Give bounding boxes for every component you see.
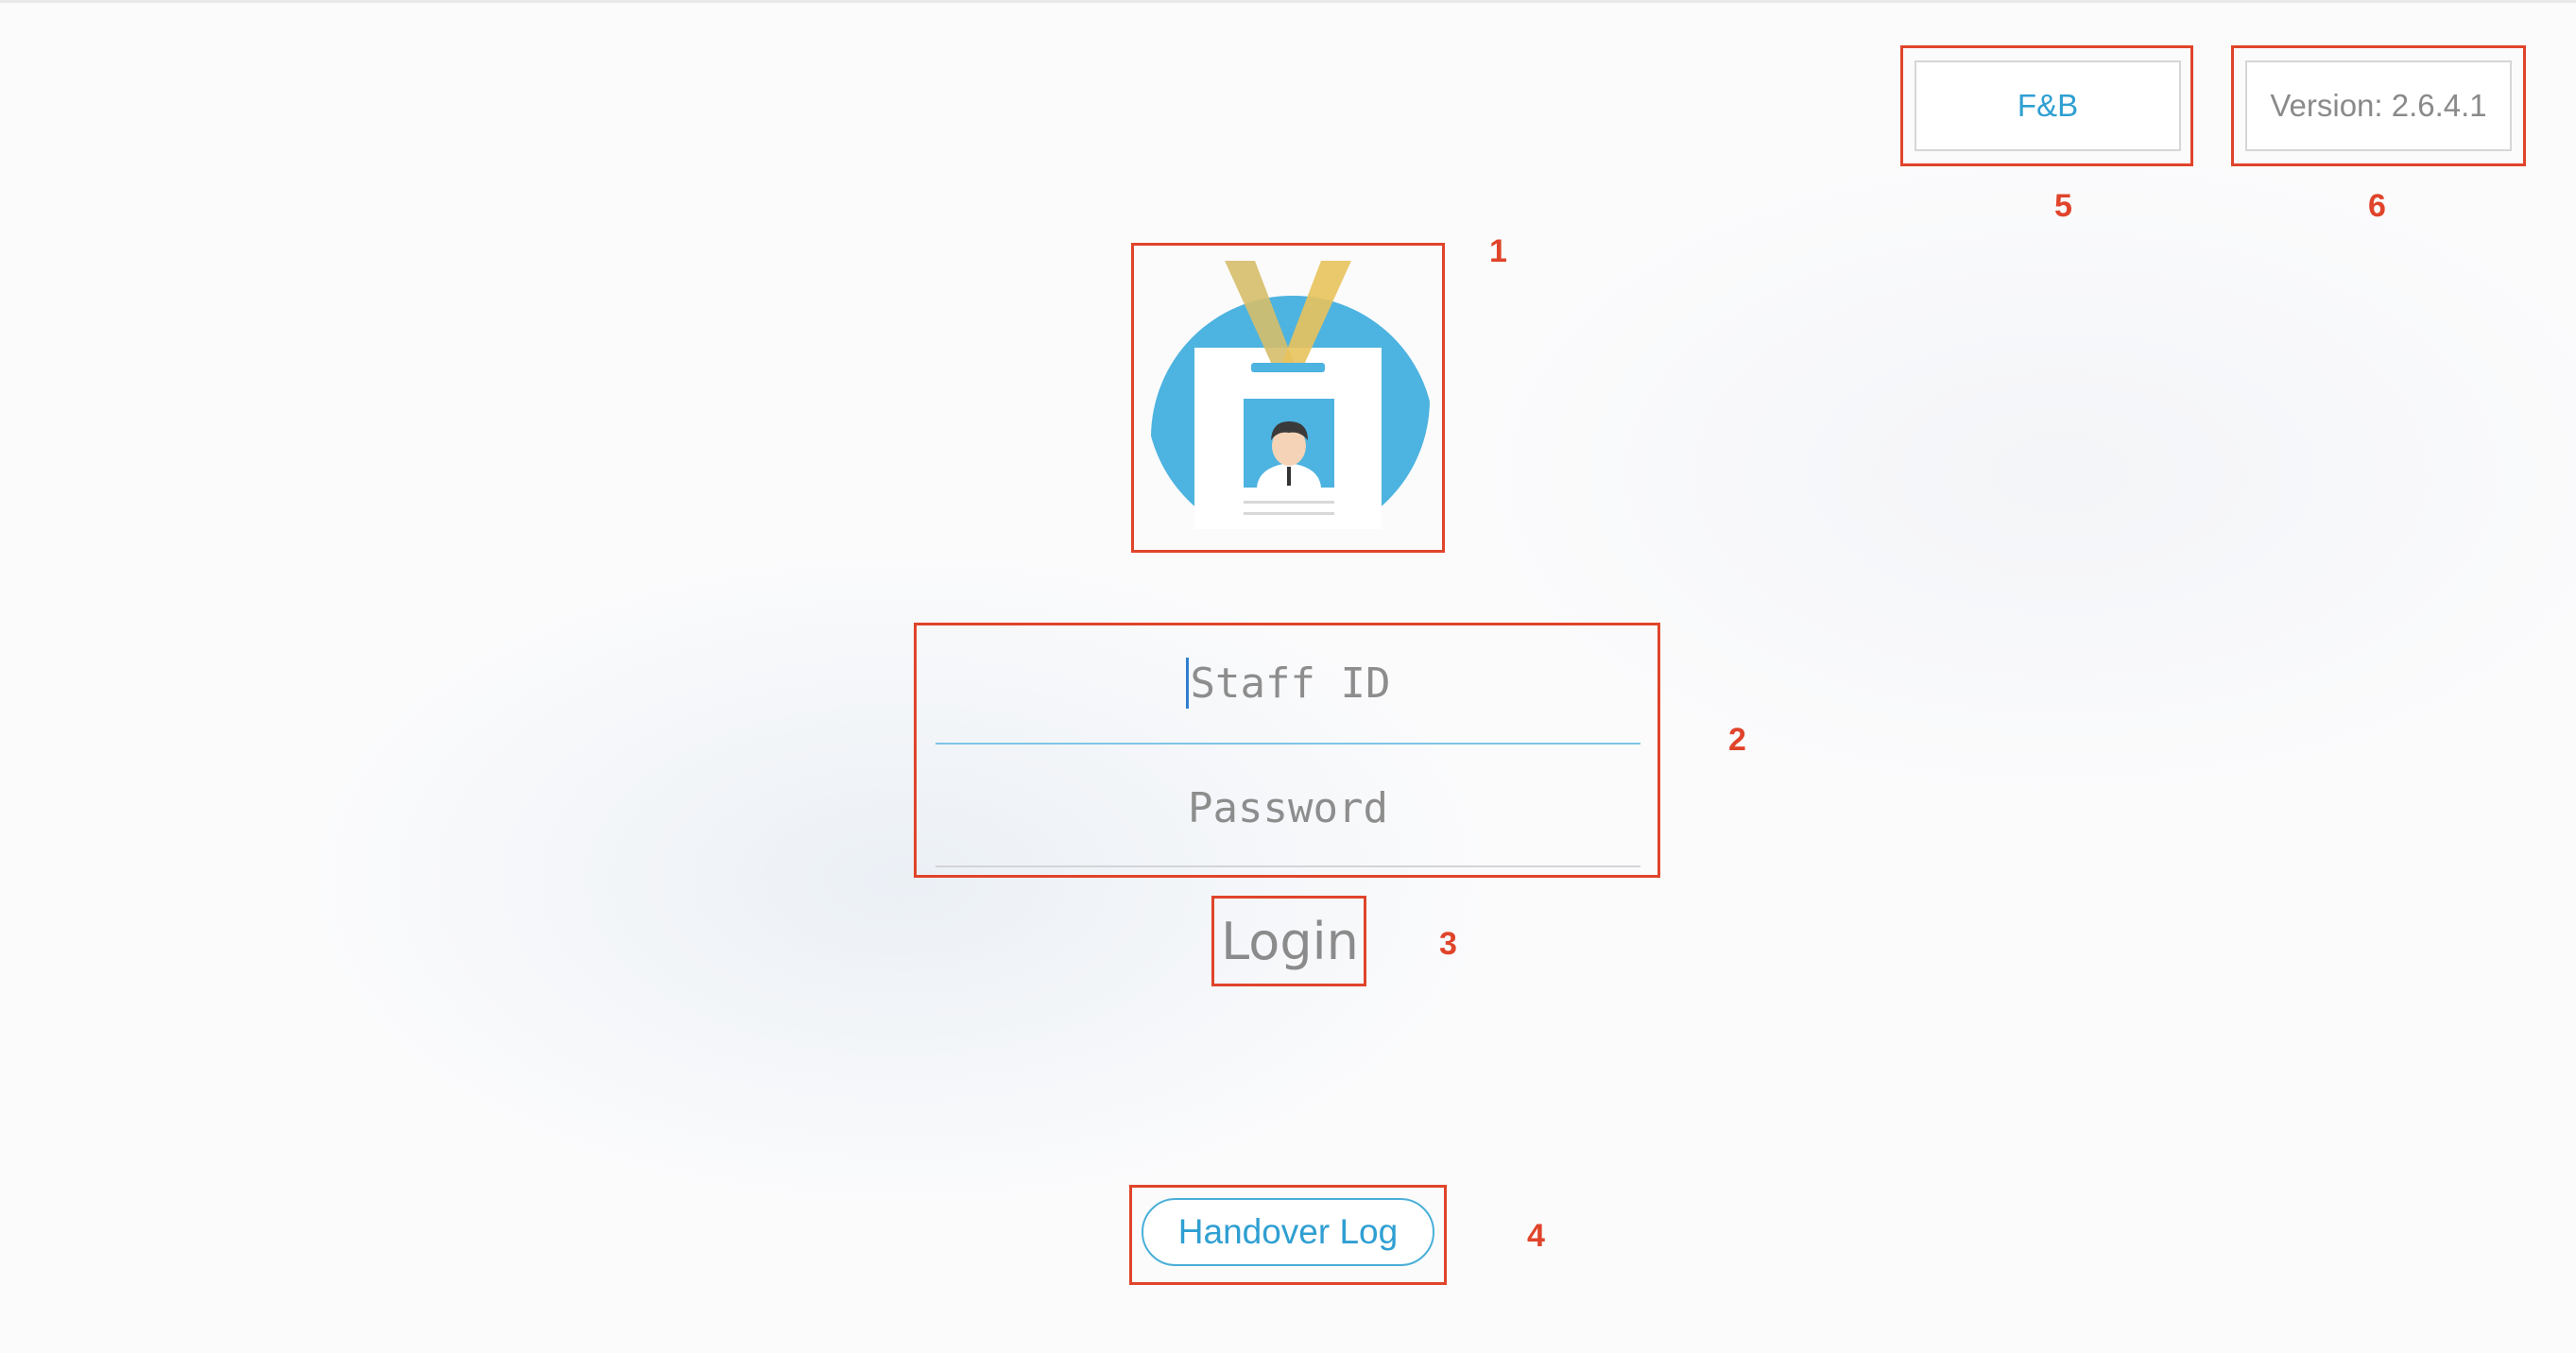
annotation-box-module	[1900, 45, 2193, 166]
annotation-box-handover	[1129, 1185, 1447, 1285]
top-divider	[0, 0, 2576, 3]
annotation-number-module: 5	[2054, 188, 2072, 224]
annotation-box-logo	[1131, 243, 1445, 553]
annotation-box-credentials	[914, 623, 1660, 878]
annotation-number-credentials: 2	[1728, 722, 1746, 758]
annotation-number-handover: 4	[1527, 1218, 1545, 1254]
annotation-box-login	[1211, 896, 1366, 986]
annotation-box-version	[2231, 45, 2526, 166]
annotation-number-login: 3	[1439, 926, 1457, 962]
annotation-number-logo: 1	[1489, 233, 1507, 269]
annotation-number-version: 6	[2368, 188, 2386, 224]
